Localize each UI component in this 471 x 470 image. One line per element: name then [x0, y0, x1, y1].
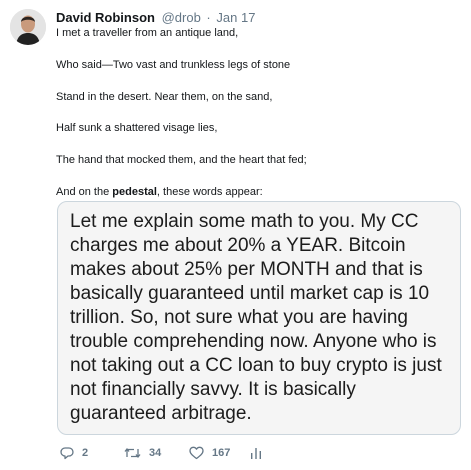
avatar[interactable]	[10, 9, 46, 45]
tweet-line-6-start: And on the	[56, 186, 113, 198]
like-button[interactable]: 167	[189, 443, 230, 463]
tweet-line-6-end: , these words appear:	[156, 186, 263, 198]
avatar-image	[10, 9, 46, 45]
tweet-line-6-bold: pedestal	[112, 186, 157, 198]
tweet-line-6: And on the pedestal, these words appear:	[56, 185, 263, 199]
analytics-icon	[251, 448, 261, 459]
quote-text: Let me explain some math to you. My CC c…	[70, 211, 442, 424]
author-handle[interactable]: @drob	[162, 10, 201, 25]
tweet-line-2: Who said—Two vast and trunkless legs of …	[56, 59, 291, 71]
analytics-button[interactable]	[250, 443, 262, 463]
tweet-line-4: Half sunk a shattered visage lies,	[56, 122, 218, 134]
reply-count: 2	[82, 447, 89, 459]
retweet-icon	[124, 447, 141, 459]
like-icon	[189, 446, 204, 460]
like-count: 167	[212, 447, 231, 459]
tweet-line-1: I met a traveller from an antique land,	[56, 27, 239, 39]
separator-dot: ·	[206, 10, 211, 25]
reply-button[interactable]: 2	[60, 443, 88, 463]
retweet-count: 34	[149, 447, 162, 459]
tweet-actions: 2 34 167	[60, 443, 320, 463]
tweet-line-5: The hand that mocked them, and the heart…	[56, 154, 307, 166]
tweet-header: David Robinson @drob · Jan 17	[56, 9, 255, 26]
tweet: David Robinson @drob · Jan 17 I met a tr…	[0, 0, 471, 470]
tweet-line-3: Stand in the desert. Near them, on the s…	[56, 91, 273, 103]
author-name[interactable]: David Robinson	[56, 10, 155, 25]
retweet-button[interactable]: 34	[124, 443, 161, 463]
reply-icon	[60, 447, 74, 460]
embedded-image[interactable]: Let me explain some math to you. My CC c…	[57, 201, 461, 435]
tweet-date[interactable]: Jan 17	[216, 10, 255, 25]
